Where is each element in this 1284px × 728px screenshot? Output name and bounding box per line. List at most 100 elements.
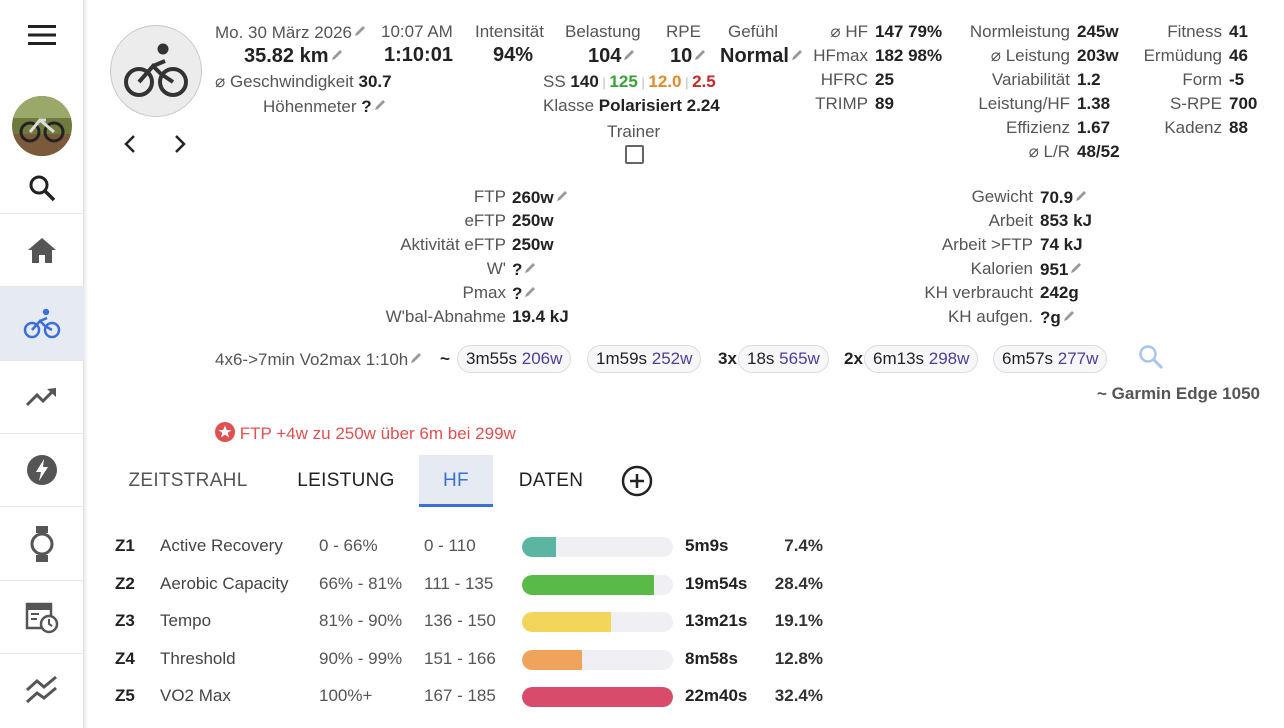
body-stat-value: 853 kJ — [1040, 211, 1092, 231]
zone-name: VO2 Max — [160, 686, 231, 705]
zone-id: Z5 — [115, 686, 135, 705]
edit-icon[interactable] — [1063, 307, 1076, 321]
sidebar-item-activity[interactable] — [0, 287, 84, 360]
zone-bar-fill — [522, 612, 612, 632]
body-stat-value[interactable]: ?g — [1040, 307, 1076, 328]
hr-stat-value-text: 89 — [875, 94, 894, 113]
edit-icon[interactable] — [623, 44, 636, 60]
ftp-stat-value-text: 250w — [512, 211, 554, 230]
star-badge-icon — [215, 422, 235, 442]
edit-icon[interactable] — [1070, 259, 1083, 273]
edit-icon[interactable] — [524, 283, 537, 297]
edit-icon[interactable] — [354, 22, 367, 36]
interval-chip[interactable]: 6m13s 298w — [864, 345, 979, 373]
edit-icon[interactable] — [374, 96, 387, 110]
device-name: ~ Garmin Edge 1050 — [1097, 384, 1260, 403]
zone-time: 13m21s — [685, 611, 748, 630]
interval-chip[interactable]: 18s 565w — [738, 345, 829, 373]
interval-repeat-count: 2x — [844, 349, 863, 368]
sidebar-item-trends[interactable] — [0, 361, 84, 433]
ftp-stat-value-text: 19.4 kJ — [512, 307, 569, 326]
elevation[interactable]: Höhenmeter ? — [263, 96, 387, 117]
trainer-label: Trainer — [607, 122, 661, 141]
add-tab-button[interactable] — [621, 465, 653, 502]
zone-bpm-range: 136 - 150 — [424, 611, 496, 630]
edit-icon[interactable] — [556, 187, 569, 201]
ss-red: 2.5 — [692, 72, 716, 91]
interval-name[interactable]: 4x6->7min Vo2max 1:10h — [215, 349, 423, 370]
zone-name: Aerobic Capacity — [160, 573, 289, 593]
power-stat-label: Leistung/HF — [978, 94, 1070, 113]
zone-id: Z1 — [115, 536, 135, 555]
interval-watts: 277w — [1057, 349, 1099, 368]
feel-value[interactable]: Normal — [720, 44, 804, 68]
fitness-stat-value: 41 — [1229, 22, 1248, 42]
activity-type-badge — [110, 25, 202, 117]
ftp-stat-value[interactable]: ? — [512, 283, 537, 304]
fitness-stat-value-text: -5 — [1229, 70, 1245, 89]
power-stat-value: 245w — [1077, 22, 1119, 42]
zone-id: Z2 — [115, 573, 135, 593]
ftp-stat-value[interactable]: 260w — [512, 187, 569, 208]
rpe-value[interactable]: 10 — [670, 44, 707, 68]
interval-chip[interactable]: 6m57s 277w — [993, 345, 1108, 373]
ss-total: 140 — [570, 72, 599, 91]
zone-row: Z5 VO2 Max 100%+ 167 - 185 22m40s 32.4% — [0, 681, 900, 711]
edit-icon[interactable] — [1075, 187, 1088, 201]
body-stat-value[interactable]: 70.9 — [1040, 187, 1088, 208]
activity-date[interactable]: Mo. 30 März 2026 — [215, 22, 367, 43]
power-stat-label: Normleistung — [969, 22, 1070, 41]
fitness-stat-label: Form — [1182, 70, 1222, 89]
tab-data[interactable]: DATEN — [506, 455, 596, 507]
body-stat-label: Kalorien — [970, 259, 1033, 278]
interval-search-button[interactable] — [1138, 344, 1164, 375]
fitness-stat-value-text: 88 — [1229, 118, 1248, 137]
interval-chip[interactable]: 1m59s 252w — [587, 345, 702, 373]
menu-icon — [28, 25, 56, 45]
power-stat-label: Variabilität — [991, 70, 1070, 89]
hr-stat-value-text: 25 — [875, 70, 894, 89]
zone-name: Threshold — [160, 648, 236, 668]
edit-icon[interactable] — [694, 44, 707, 60]
interval-tilde: ~ — [440, 349, 450, 368]
interval-name-text: 4x6->7min Vo2max 1:10h — [215, 350, 409, 369]
ftp-stat-value-text: 250w — [512, 235, 554, 254]
zone-row: Z2 Aerobic Capacity 66% - 81% 111 - 135 19m5… — [0, 569, 900, 599]
avatar — [12, 96, 72, 156]
menu-button[interactable] — [0, 12, 84, 58]
avg-speed-label: ⌀ Geschwindigkeit — [215, 72, 354, 91]
ftp-stat-value[interactable]: ? — [512, 259, 537, 280]
load-text: 104 — [588, 45, 622, 67]
feel-text: Normal — [720, 45, 789, 67]
home-icon — [28, 238, 56, 263]
load-value[interactable]: 104 — [588, 44, 636, 68]
fitness-stat-value: -5 — [1229, 70, 1244, 90]
edit-icon[interactable] — [524, 259, 537, 273]
tab-timeline[interactable]: ZEITSTRAHL — [112, 455, 264, 507]
trainer-checkbox[interactable] — [625, 145, 644, 164]
zone-bar-fill — [522, 649, 582, 670]
edit-icon[interactable] — [791, 44, 804, 60]
power-stat-value: 203w — [1077, 46, 1119, 66]
body-stat-value[interactable]: 951 — [1040, 259, 1083, 280]
zone-bpm-range: 167 - 185 — [424, 686, 496, 705]
edit-icon[interactable] — [410, 349, 423, 363]
hr-stat-value: 25 — [875, 70, 894, 90]
activity-distance[interactable]: 35.82 km — [244, 44, 344, 68]
zone-percent-range: 90% - 99% — [319, 648, 403, 668]
sidebar-item-power[interactable] — [0, 434, 84, 506]
avatar-button[interactable] — [0, 96, 84, 156]
class-label: Klasse — [543, 96, 595, 115]
body-stat-value: 74 kJ — [1040, 235, 1083, 255]
sidebar-item-home[interactable] — [0, 214, 84, 286]
chevron-left-icon — [124, 135, 135, 153]
tab-power[interactable]: LEISTUNG — [284, 455, 408, 507]
interval-chip[interactable]: 3m55s 206w — [457, 345, 572, 373]
previous-activity-button[interactable] — [118, 130, 142, 158]
next-activity-button[interactable] — [168, 130, 192, 158]
hr-stat-label: HFmax — [813, 46, 868, 65]
search-button[interactable] — [0, 168, 84, 208]
edit-icon[interactable] — [331, 44, 344, 60]
interval-duration: 6m57s — [1002, 349, 1054, 368]
tab-hr[interactable]: HF — [419, 455, 493, 507]
